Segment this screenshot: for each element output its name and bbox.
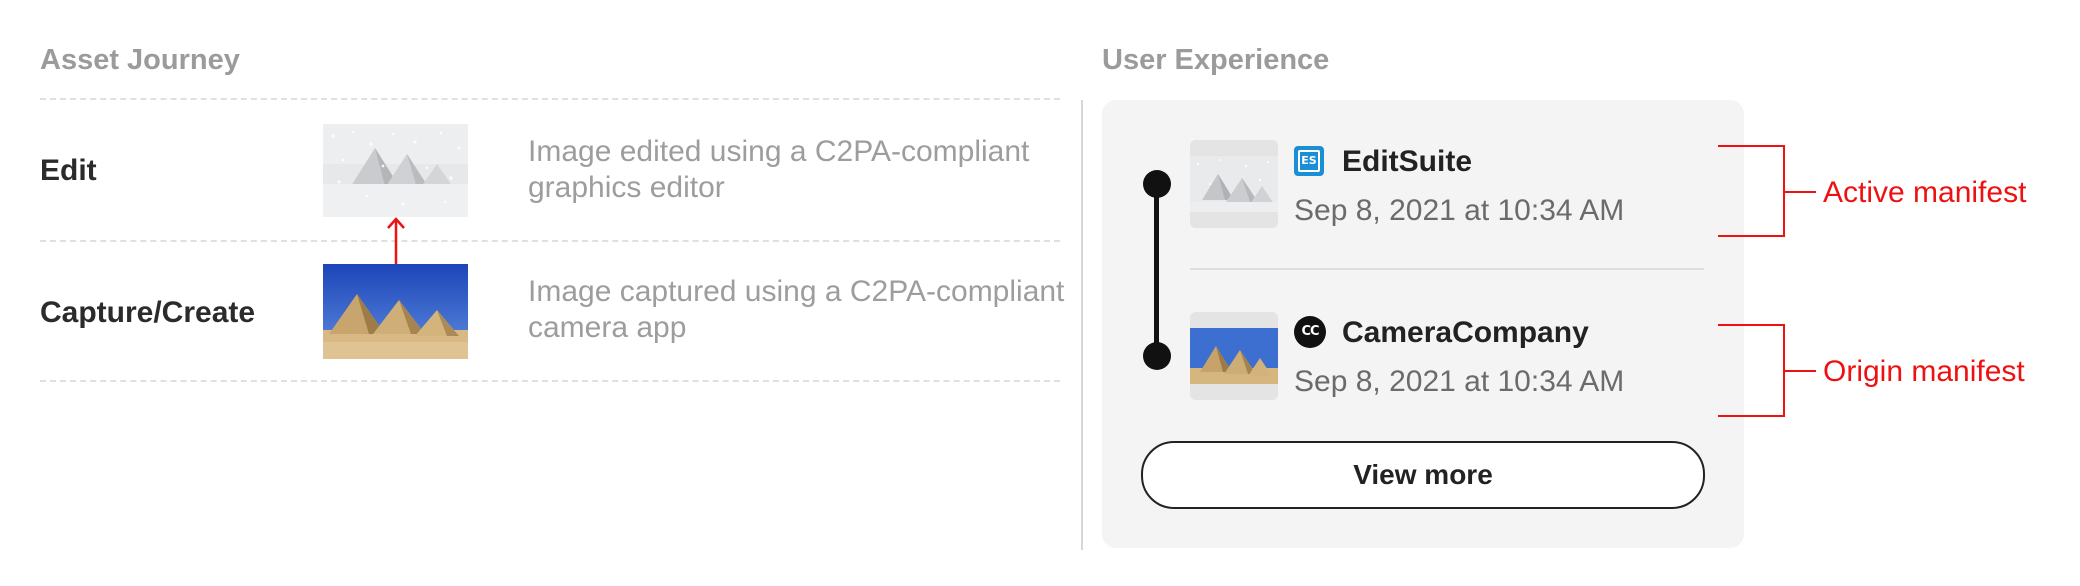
entry-thumbnail-editsuite [1190,140,1278,228]
pyramids-image [1190,312,1278,400]
cc-app-icon: CC [1294,316,1326,348]
active-manifest-label: Active manifest [1823,176,2027,209]
step-description-capture: Image captured using a C2PA-compliant ca… [528,275,1065,344]
entry-thumbnail-cameracompany [1190,312,1278,400]
step-description-edit: Image edited using a C2PA-compliant grap… [528,135,1030,204]
origin-manifest-label: Origin manifest [1823,355,2025,388]
snowy-pyramids-image [323,124,468,217]
entry-date-editsuite: Sep 8, 2021 at 10:34 AM [1294,194,1625,227]
timeline-dot-origin [1143,342,1171,370]
asset-journey-title: Asset Journey [40,44,240,76]
es-app-icon-text: ES [1298,150,1320,172]
section-separator [1081,100,1083,550]
user-experience-title: User Experience [1102,44,1330,76]
divider-top [40,98,1060,100]
entry-app-name-cameracompany: CameraCompany [1342,316,1589,349]
entry-separator [1190,268,1704,270]
capture-thumbnail [323,264,468,359]
entry-date-cameracompany: Sep 8, 2021 at 10:34 AM [1294,365,1625,398]
manifest-brackets [1718,145,1816,417]
es-app-icon: ES [1294,146,1324,176]
timeline-line [1154,184,1159,356]
cc-app-icon-text: CC [1301,324,1319,339]
timeline-dot-active [1143,170,1171,198]
divider-bottom [40,380,1060,382]
pyramids-image [323,264,468,359]
entry-app-name-editsuite: EditSuite [1342,145,1473,178]
step-label-capture: Capture/Create [40,296,256,329]
snowy-pyramids-image [1190,140,1278,228]
view-more-button[interactable]: View more [1141,441,1705,509]
provenance-arrow-icon [387,217,405,264]
step-label-edit: Edit [40,154,97,187]
edit-thumbnail [323,124,468,217]
divider-middle [40,240,1060,242]
